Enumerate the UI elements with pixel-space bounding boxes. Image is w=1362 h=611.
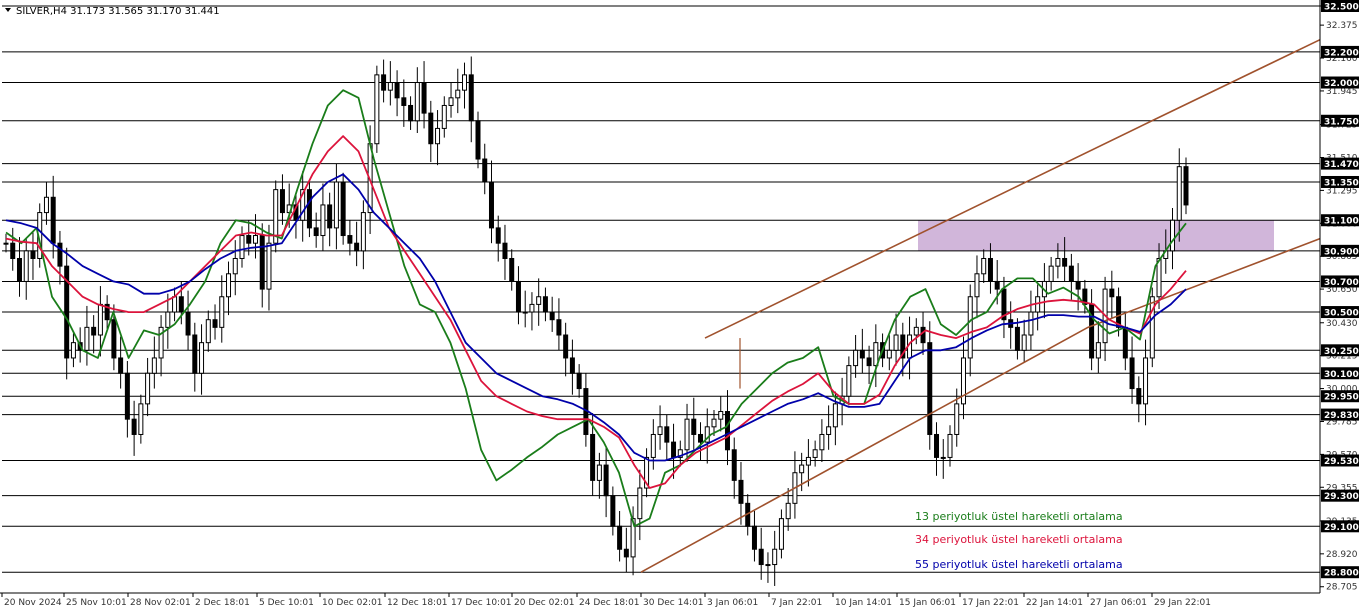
x-tick-label: 22 Jan 14:01 xyxy=(1026,598,1083,608)
level-price-box: 30.250 xyxy=(1321,344,1359,357)
level-price-box: 29.300 xyxy=(1321,489,1359,502)
level-price-box: 32.000 xyxy=(1321,76,1359,89)
level-price-box: 29.530 xyxy=(1321,454,1359,467)
y-tick-label: 28.920 xyxy=(1326,550,1358,560)
x-tick-label: 10 Jan 14:01 xyxy=(835,598,892,608)
level-price-box: 29.830 xyxy=(1321,408,1359,421)
x-tick-label: 3 Jan 06:01 xyxy=(707,598,758,608)
legend-ema34: 34 periyotluk üstel hareketli ortalama xyxy=(915,533,1123,546)
level-price-label: 29.950 xyxy=(1324,393,1359,403)
level-price-label: 31.350 xyxy=(1324,178,1359,188)
candle[interactable] xyxy=(340,172,346,245)
candle[interactable] xyxy=(374,65,380,153)
price-chart[interactable]: 32.50032.37532.16031.94531.72531.51031.2… xyxy=(0,0,1362,611)
level-price-label: 30.500 xyxy=(1324,309,1359,319)
level-price-label: 31.100 xyxy=(1324,217,1359,227)
level-price-box: 31.100 xyxy=(1321,214,1359,227)
level-price-label: 30.900 xyxy=(1324,247,1359,257)
level-price-label: 29.830 xyxy=(1324,411,1359,421)
level-price-box: 32.200 xyxy=(1321,45,1359,58)
level-price-label: 29.100 xyxy=(1324,523,1359,533)
level-price-label: 31.470 xyxy=(1324,160,1359,170)
level-price-box: 32.500 xyxy=(1321,0,1359,13)
y-tick-label: 30.430 xyxy=(1326,319,1358,329)
level-price-label: 32.000 xyxy=(1324,79,1359,89)
symbol-ohlc-text: SILVER,H4 31.173 31.565 31.170 31.441 xyxy=(16,6,220,17)
level-price-label: 32.500 xyxy=(1324,3,1359,13)
x-tick-label: 17 Jan 22:01 xyxy=(962,598,1019,608)
level-price-label: 29.530 xyxy=(1324,457,1359,467)
resistance-zone[interactable] xyxy=(918,220,1274,251)
level-price-label: 30.250 xyxy=(1324,347,1359,357)
x-tick-label: 27 Jan 06:01 xyxy=(1090,598,1147,608)
legend-ema13: 13 periyotluk üstel hareketli ortalama xyxy=(915,510,1123,523)
legend-ema55: 55 periyotluk üstel hareketli ortalama xyxy=(915,558,1123,571)
level-price-label: 31.750 xyxy=(1324,117,1359,127)
chart-header: SILVER,H4 31.173 31.565 31.170 31.441 xyxy=(5,6,220,17)
level-price-label: 29.300 xyxy=(1324,492,1359,502)
x-tick-label: 25 Nov 10:01 xyxy=(66,598,127,608)
level-price-label: 32.200 xyxy=(1324,48,1359,58)
level-price-box: 29.100 xyxy=(1321,520,1359,533)
y-tick-label: 28.705 xyxy=(1326,583,1358,593)
x-tick-label: 5 Dec 10:01 xyxy=(259,598,314,608)
level-price-box: 30.500 xyxy=(1321,306,1359,319)
candle[interactable] xyxy=(273,180,279,253)
level-price-box: 30.100 xyxy=(1321,367,1359,380)
level-price-box: 30.900 xyxy=(1321,244,1359,257)
x-tick-label: 7 Jan 22:01 xyxy=(771,598,822,608)
level-price-box: 31.470 xyxy=(1321,157,1359,170)
x-tick-label: 20 Dec 02:01 xyxy=(514,598,575,608)
x-tick-label: 2 Dec 18:01 xyxy=(195,598,250,608)
level-price-box: 30.700 xyxy=(1321,275,1359,288)
x-tick-label: 20 Nov 2024 xyxy=(4,598,62,608)
level-price-box: 31.350 xyxy=(1321,175,1359,188)
x-tick-label: 15 Jan 06:01 xyxy=(899,598,956,608)
x-tick-label: 24 Dec 18:01 xyxy=(579,598,640,608)
candle[interactable] xyxy=(1149,287,1155,368)
x-tick-label: 28 Nov 02:01 xyxy=(130,598,191,608)
x-tick-label: 12 Dec 18:01 xyxy=(387,598,448,608)
y-tick-label: 32.375 xyxy=(1326,21,1358,31)
level-price-label: 30.700 xyxy=(1324,278,1359,288)
x-tick-label: 29 Jan 22:01 xyxy=(1154,598,1211,608)
x-tick-label: 30 Dec 14:01 xyxy=(643,598,704,608)
x-tick-label: 17 Dec 10:01 xyxy=(451,598,512,608)
level-price-box: 29.950 xyxy=(1321,390,1359,403)
ema-legend: 13 periyotluk üstel hareketli ortalama 3… xyxy=(915,510,1123,571)
level-price-box: 28.800 xyxy=(1321,566,1359,579)
level-price-label: 30.100 xyxy=(1324,370,1359,380)
level-price-label: 28.800 xyxy=(1324,569,1359,579)
level-price-box: 31.750 xyxy=(1321,114,1359,127)
x-tick-label: 10 Dec 02:01 xyxy=(322,598,383,608)
